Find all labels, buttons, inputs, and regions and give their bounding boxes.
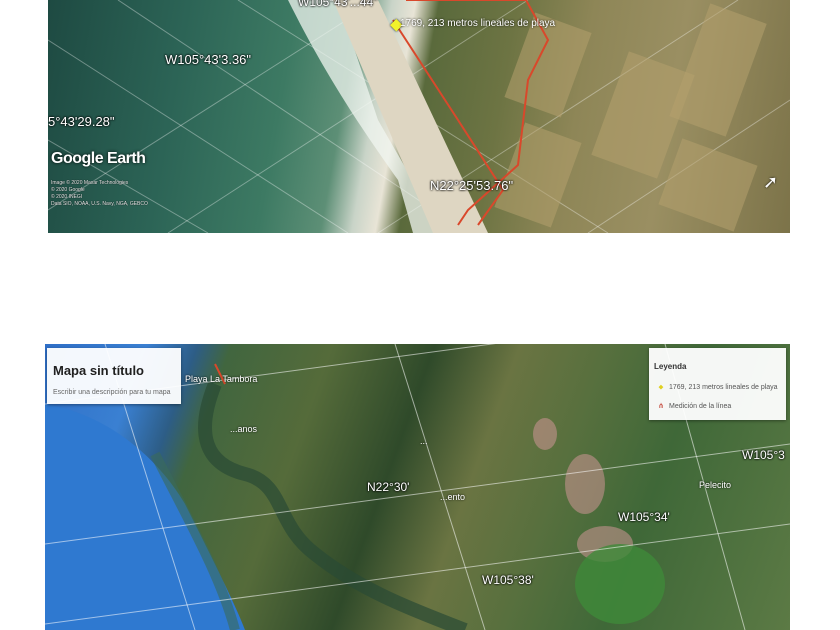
satellite-map-region[interactable]: Mapa sin título Escribir una descripción… <box>45 344 790 630</box>
map-title: Mapa sin título <box>53 363 144 378</box>
coord-label-n: N22°25'53.76" <box>430 178 514 193</box>
map-attribution: Image © 2020 Maxar Technologies © 2020 G… <box>51 180 148 207</box>
mouse-pointer-icon: ➚ <box>763 172 779 192</box>
place-label-playa: Playa La Tambora <box>185 374 258 384</box>
place-label-b: ... <box>420 436 428 446</box>
ruler-icon: ⋔ <box>658 403 664 410</box>
place-label-pelecito: Pelecito <box>699 480 732 490</box>
coord-label-w105-38: W105°38' <box>482 573 534 587</box>
satellite-map-coast[interactable]: W105°43'...44" ⬥ 1769, 213 metros lineal… <box>48 0 790 233</box>
legend-title: Leyenda <box>654 362 687 371</box>
coord-label-w1: W105°43'3.36" <box>165 52 252 67</box>
yellow-pushpin-icon: ⬥ <box>658 384 664 391</box>
coord-label-top: W105°43'...44" <box>298 0 378 9</box>
google-earth-logo: Google Earth <box>51 150 146 167</box>
place-label-a: ...anos <box>230 424 258 434</box>
map-top-overlay <box>48 0 790 233</box>
measurement-label: 1769, 213 metros lineales de playa <box>400 18 556 29</box>
coord-label-w2: 5°43'29.28" <box>48 114 115 129</box>
place-label-c: ...ento <box>440 492 466 502</box>
legend-panel: Leyenda ⬥ 1769, 213 metros lineales de pl… <box>649 348 786 420</box>
legend-item-pin[interactable]: ⬥ 1769, 213 metros lineales de playa <box>657 384 778 392</box>
coord-label-n22-30: N22°30' <box>367 480 410 494</box>
legend-item-measure[interactable]: ⋔ Medición de la línea <box>657 402 731 410</box>
map-description[interactable]: Escribir una descripción para tu mapa <box>53 389 171 396</box>
coord-label-w105-34: W105°34' <box>618 510 670 524</box>
coord-label-w105-3: W105°3 <box>742 448 785 462</box>
map-title-card[interactable]: Mapa sin título Escribir una descripción… <box>47 348 181 404</box>
